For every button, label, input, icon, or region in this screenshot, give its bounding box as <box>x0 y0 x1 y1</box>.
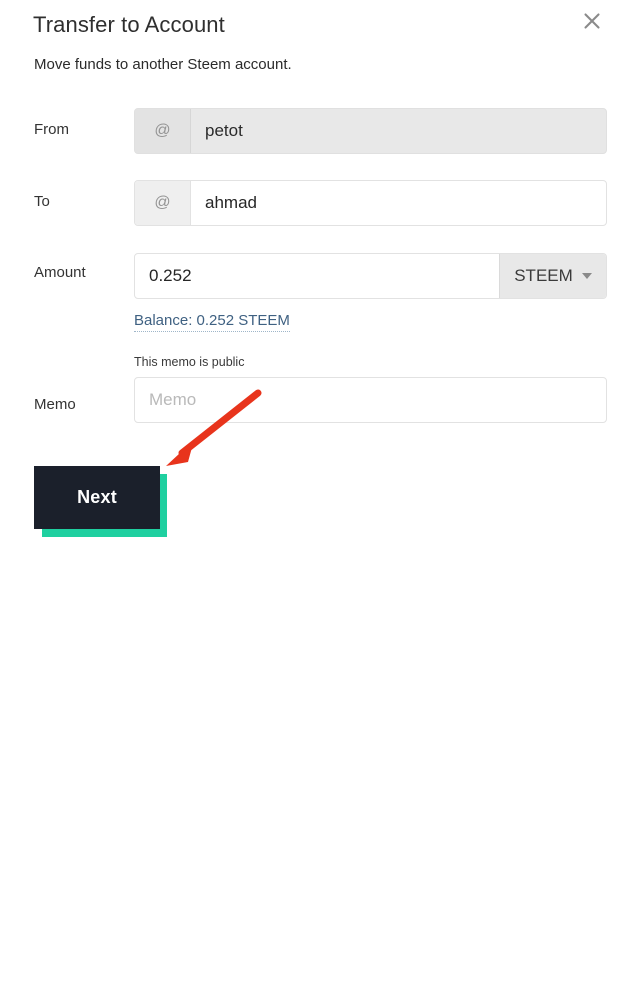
amount-input[interactable] <box>135 254 499 298</box>
to-input[interactable] <box>191 181 606 225</box>
to-field[interactable]: @ <box>134 180 607 226</box>
transfer-dialog: Transfer to Account Move funds to anothe… <box>0 0 640 1003</box>
page-title: Transfer to Account <box>33 12 225 37</box>
currency-label: STEEM <box>514 266 573 285</box>
from-field: @ <box>134 108 607 154</box>
from-input <box>191 109 606 153</box>
memo-input[interactable] <box>135 378 606 422</box>
memo-label: Memo <box>34 396 76 413</box>
close-button[interactable] <box>575 4 609 38</box>
amount-field[interactable]: STEEM <box>134 253 607 299</box>
from-label: From <box>34 121 69 138</box>
dialog-subtitle: Move funds to another Steem account. <box>34 56 292 73</box>
next-button[interactable]: Next <box>34 466 160 529</box>
currency-select[interactable]: STEEM <box>499 254 606 298</box>
balance-link[interactable]: Balance: 0.252 STEEM <box>134 312 290 332</box>
from-at-prefix: @ <box>135 109 191 153</box>
close-icon <box>581 10 603 32</box>
to-label: To <box>34 193 50 210</box>
next-button-group: Next <box>34 466 167 537</box>
to-at-prefix: @ <box>135 181 191 225</box>
memo-public-note: This memo is public <box>134 355 245 369</box>
amount-label: Amount <box>34 264 86 281</box>
memo-field[interactable] <box>134 377 607 423</box>
chevron-down-icon <box>581 273 592 279</box>
